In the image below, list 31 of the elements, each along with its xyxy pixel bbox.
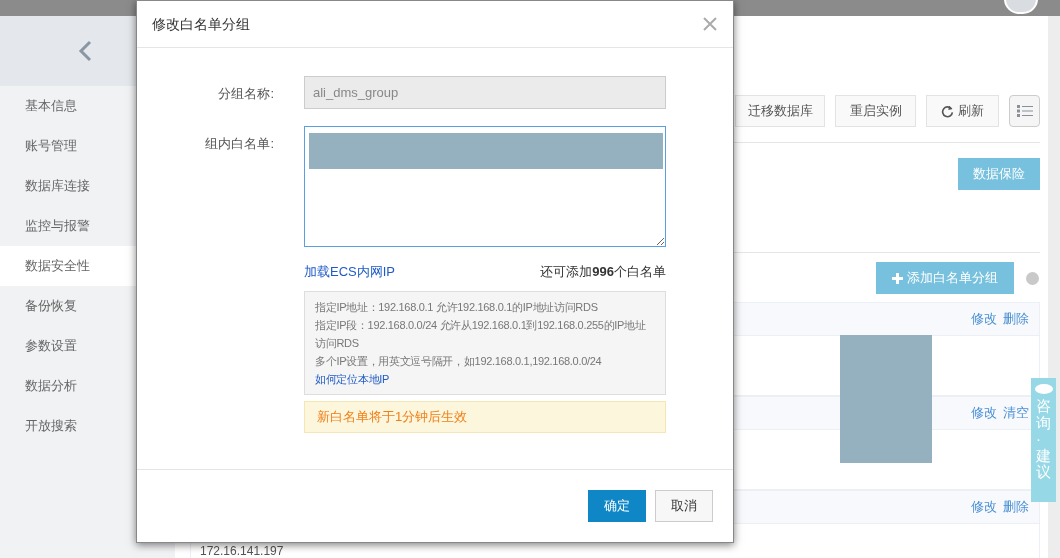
- cancel-button[interactable]: 取消: [655, 490, 713, 522]
- refresh-icon: [941, 104, 954, 118]
- field-label: 分组名称:: [217, 85, 274, 103]
- ip-address: 172.16.141.197: [200, 545, 284, 557]
- plus-icon: [892, 272, 903, 284]
- toolbar-button[interactable]: 迁移数据库: [735, 95, 825, 127]
- action-link[interactable]: 修改: [971, 497, 997, 517]
- collapse-icon[interactable]: [78, 40, 92, 62]
- refresh-button[interactable]: 刷新: [926, 95, 999, 127]
- action-link[interactable]: 修改: [971, 309, 997, 329]
- notice-text: 新白名单将于1分钟后生效: [317, 407, 468, 426]
- field-label: 组内白名单:: [204, 135, 274, 153]
- close-icon[interactable]: [703, 17, 717, 31]
- list-icon: [1016, 105, 1033, 117]
- remaining-count: 还可添加996个白名单: [540, 263, 666, 281]
- hint-text: 多个IP设置，用英文逗号隔开，如192.168.0.1,192.168.0.0/24: [315, 353, 603, 369]
- locate-ip-link[interactable]: 如何定位本地IP: [315, 369, 389, 388]
- feedback-label: 咨询·建议: [1036, 398, 1051, 481]
- action-link[interactable]: 删除: [1003, 309, 1029, 329]
- hint-text: 指定IP段：192.168.0.0/24 允许从192.168.0.1到192.168.0.255的IP地址访问RDS: [315, 317, 647, 351]
- action-link[interactable]: 删除: [1003, 497, 1029, 517]
- chat-icon: [1034, 384, 1053, 394]
- toolbar-button[interactable]: 重启实例: [835, 95, 916, 127]
- confirm-button[interactable]: 确定: [588, 490, 646, 522]
- dialog-title: 修改白名单分组: [152, 14, 250, 34]
- hint-text: 指定IP地址：192.168.0.1 允许192.168.0.1的IP地址访问RDS: [315, 299, 599, 315]
- action-link[interactable]: 清空: [1003, 403, 1029, 423]
- whitelist-textarea[interactable]: [304, 126, 666, 247]
- list-view-button[interactable]: [1009, 95, 1040, 127]
- action-link[interactable]: 修改: [971, 403, 997, 423]
- load-ecs-ip-link[interactable]: 加载ECS内网IP: [304, 262, 395, 282]
